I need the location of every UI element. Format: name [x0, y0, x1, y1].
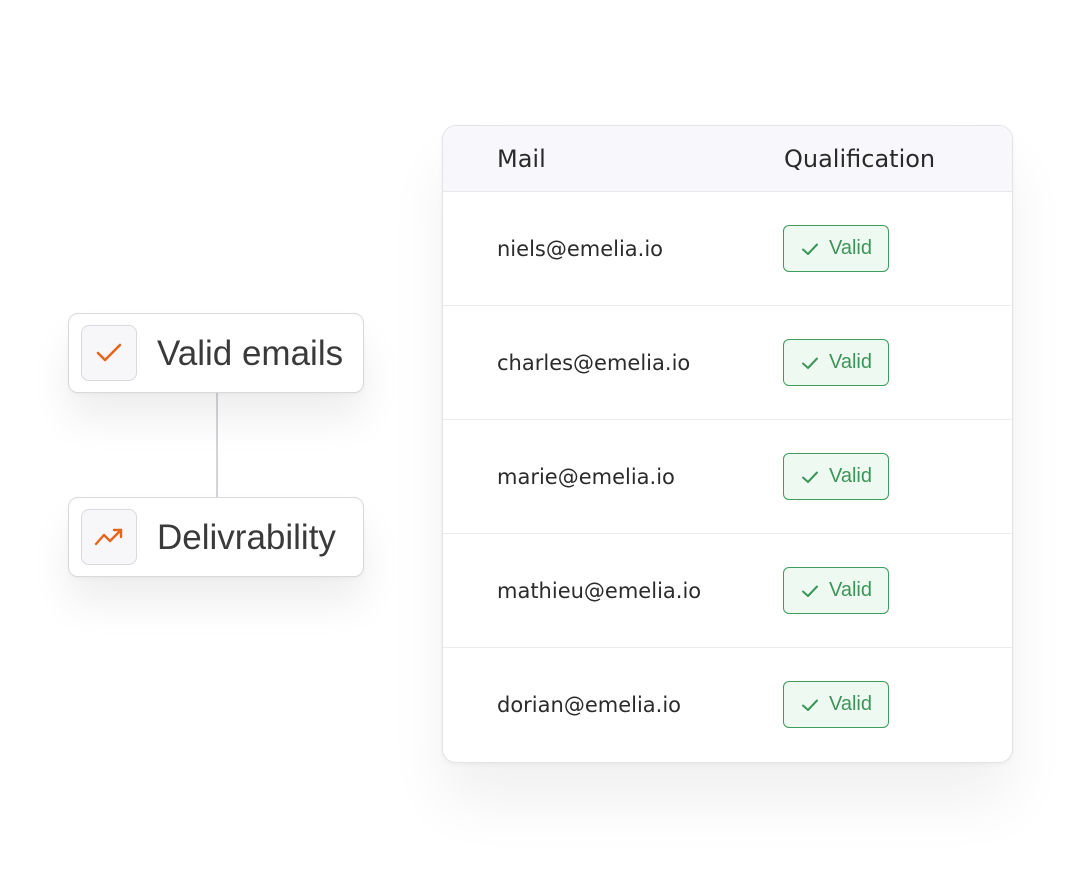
feature-card-valid-emails: Valid emails: [68, 313, 364, 393]
status-badge: Valid: [783, 225, 889, 272]
status-label: Valid: [829, 465, 872, 487]
email-qualification-table: Mail Qualification niels@emelia.io Valid…: [442, 125, 1013, 763]
check-icon: [802, 699, 818, 711]
status-label: Valid: [829, 693, 872, 715]
check-icon: [802, 243, 818, 255]
table-row: mathieu@emelia.io Valid: [443, 534, 1012, 648]
status-badge: Valid: [783, 453, 889, 500]
email-cell: charles@emelia.io: [497, 351, 691, 375]
feature-label: Delivrability: [157, 518, 336, 557]
feature-card-delivrability: Delivrability: [68, 497, 364, 577]
table-header: Mail Qualification: [443, 126, 1012, 192]
status-badge: Valid: [783, 681, 889, 728]
email-cell: marie@emelia.io: [497, 465, 675, 489]
checkmark-icon: [81, 325, 137, 381]
email-cell: niels@emelia.io: [497, 237, 664, 261]
check-icon: [802, 585, 818, 597]
table-row: marie@emelia.io Valid: [443, 420, 1012, 534]
trending-up-icon: [81, 509, 137, 565]
email-cell: mathieu@emelia.io: [497, 579, 702, 603]
status-label: Valid: [829, 579, 872, 601]
status-badge: Valid: [783, 339, 889, 386]
connector-line: [216, 392, 218, 498]
status-badge: Valid: [783, 567, 889, 614]
column-header-qualification: Qualification: [784, 145, 936, 173]
check-icon: [802, 471, 818, 483]
status-label: Valid: [829, 351, 872, 373]
feature-label: Valid emails: [157, 334, 344, 373]
column-header-mail: Mail: [497, 145, 546, 173]
status-label: Valid: [829, 237, 872, 259]
table-row: niels@emelia.io Valid: [443, 192, 1012, 306]
table-row: dorian@emelia.io Valid: [443, 648, 1012, 762]
table-row: charles@emelia.io Valid: [443, 306, 1012, 420]
email-cell: dorian@emelia.io: [497, 693, 682, 717]
check-icon: [802, 357, 818, 369]
